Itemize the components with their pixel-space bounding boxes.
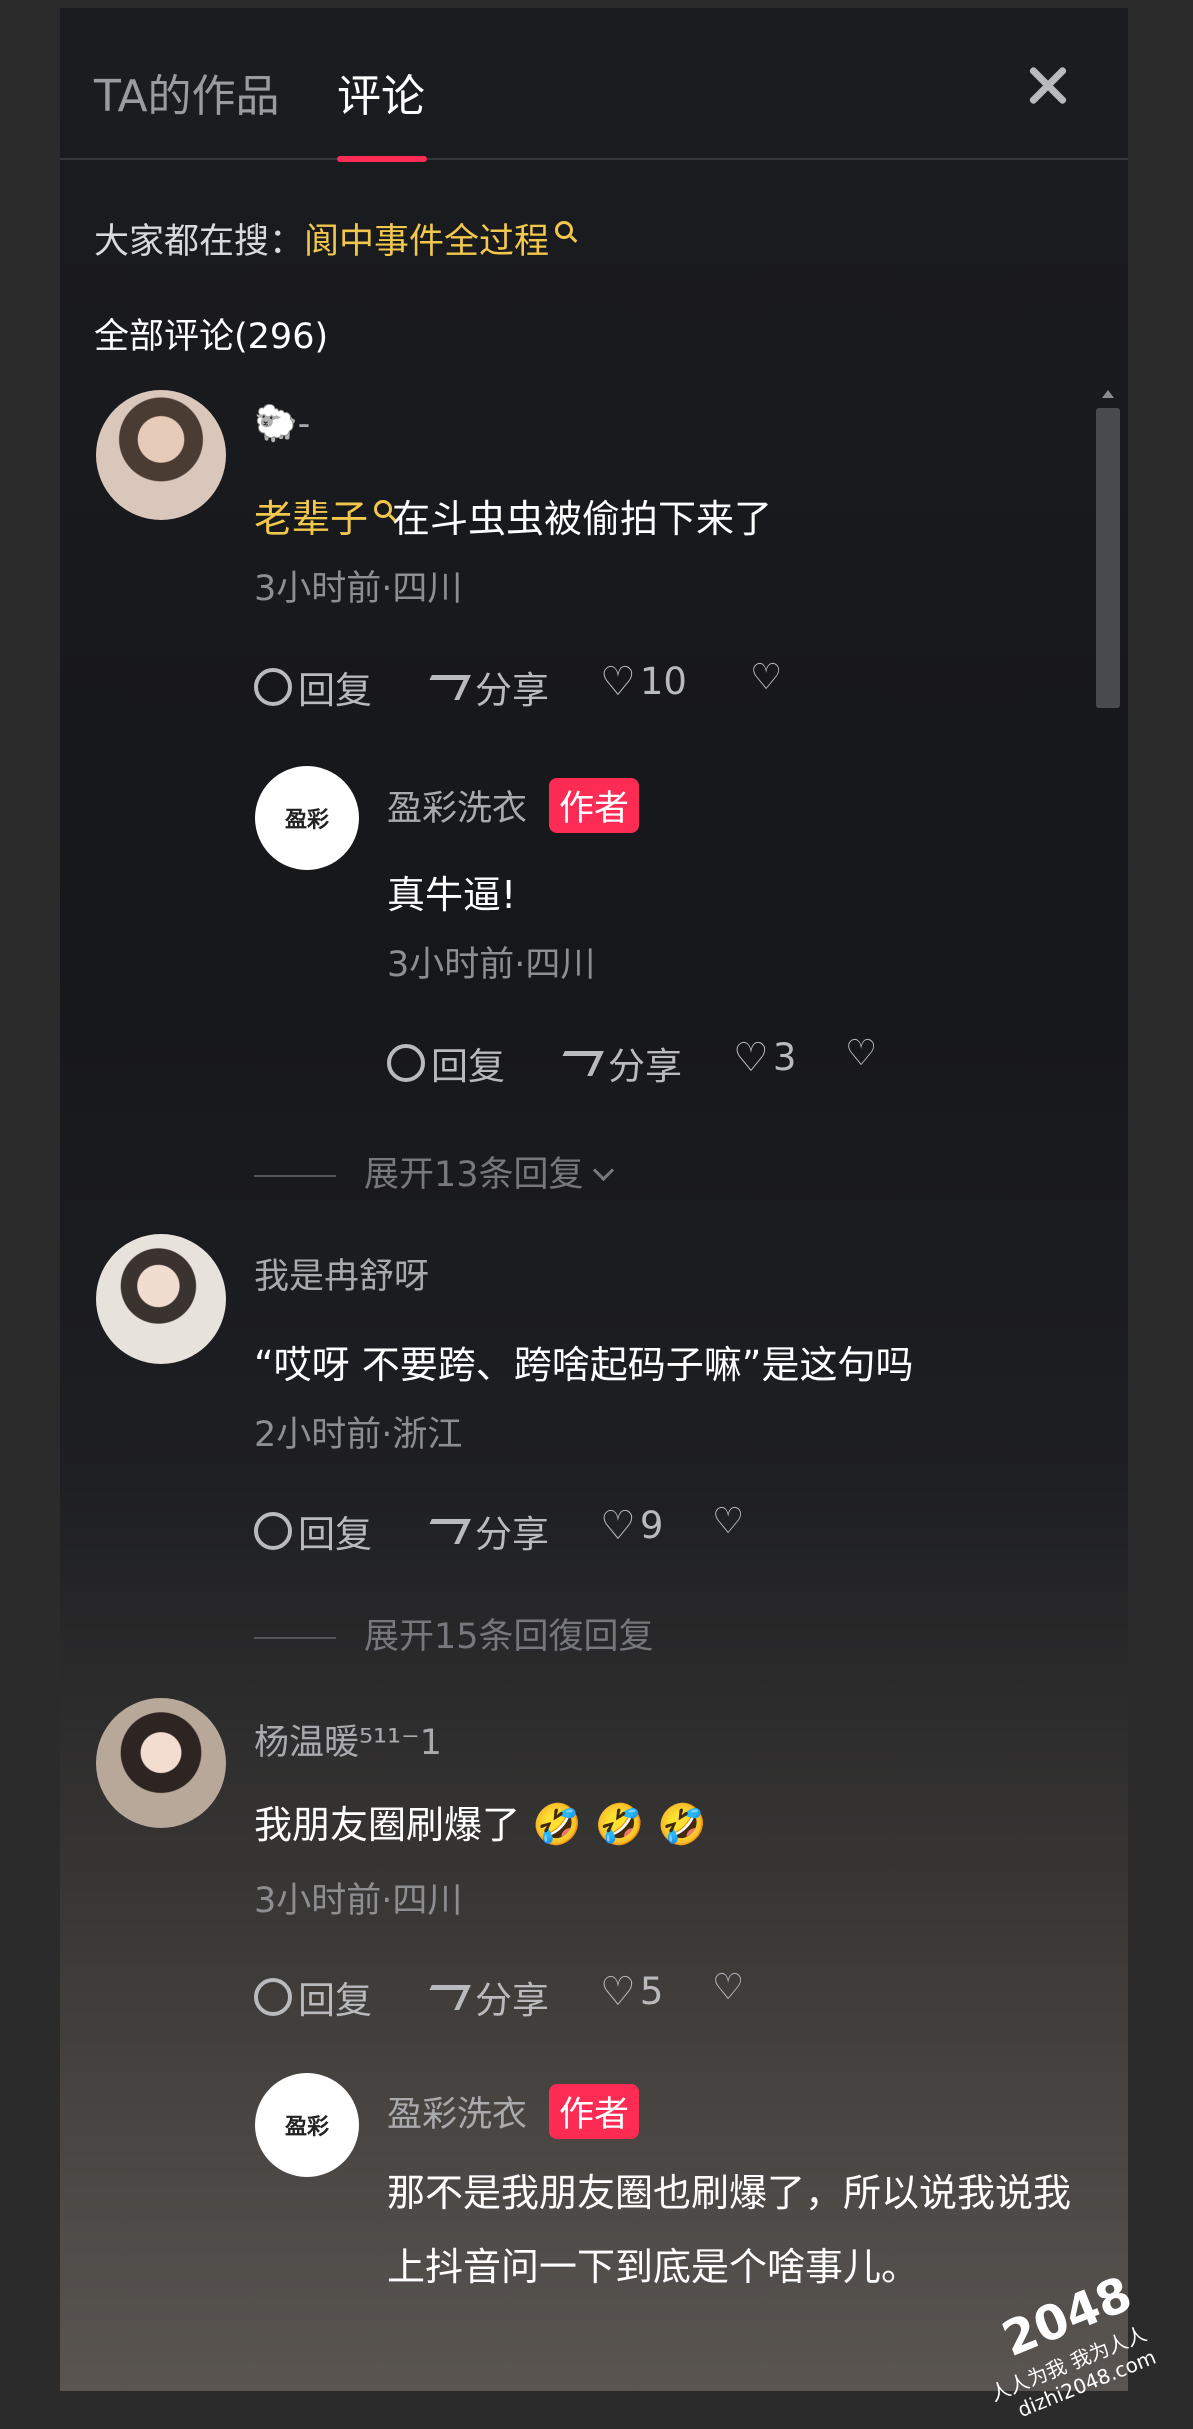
like-count: 9 xyxy=(639,1504,664,1547)
share-label: 分享 xyxy=(475,669,549,712)
dislike-button[interactable]: ♡ xyxy=(750,660,782,696)
comment-actions: 回复 分享 ♡ 9 ♡ xyxy=(254,1504,854,1556)
comment-meta: 3小时前·四川 xyxy=(254,569,463,609)
share-button[interactable]: 分享 xyxy=(420,1970,549,2024)
comment-body: 在斗虫虫被偷拍下来了 xyxy=(392,497,773,541)
all-comments-count: 全部评论(296) xyxy=(94,317,329,357)
share-arrow-icon xyxy=(420,1984,471,2010)
share-button[interactable]: 分享 xyxy=(553,1036,682,1090)
like-button[interactable]: ♡ 10 xyxy=(600,660,687,703)
comment-body: 我朋友圈刷爆了 xyxy=(254,1803,521,1847)
comment-actions: 回复 分享 ♡ 10 ♡ xyxy=(254,660,854,712)
reply-label: 回复 xyxy=(298,669,372,712)
broken-heart-icon: ♡ xyxy=(845,1033,878,1074)
like-count: 10 xyxy=(639,660,687,703)
like-button[interactable]: ♡ 5 xyxy=(600,1970,663,2013)
author-badge: 作者 xyxy=(549,778,640,833)
reply-username-text: 盈彩洗衣 xyxy=(387,789,528,829)
comment-text: 老辈子 在斗虫虫被偷拍下来了 xyxy=(254,488,772,543)
broken-heart-icon: ♡ xyxy=(712,1501,745,1542)
reply-username-text: 盈彩洗衣 xyxy=(387,2095,528,2135)
reply-label: 回复 xyxy=(431,1045,505,1088)
panel-header: TA的作品 评论 xyxy=(60,8,1128,162)
reply-username[interactable]: 盈彩洗衣 作者 xyxy=(387,2084,640,2139)
like-button[interactable]: ♡ 3 xyxy=(733,1036,796,1079)
author-avatar[interactable]: 盈彩 xyxy=(255,2073,359,2177)
comment-bubble-icon xyxy=(254,1512,292,1550)
reply-text: 真牛逼! xyxy=(387,873,517,917)
divider-line xyxy=(254,1637,336,1639)
share-button[interactable]: 分享 xyxy=(420,660,549,714)
scrollbar-thumb[interactable] xyxy=(1096,408,1120,708)
avatar[interactable] xyxy=(96,390,226,520)
rolling-laughing-emoji: 🤣 🤣 🤣 xyxy=(532,1802,707,1848)
like-count: 3 xyxy=(772,1036,797,1079)
share-arrow-icon xyxy=(420,1518,471,1544)
reply-label: 回复 xyxy=(298,1513,372,1556)
chevron-down-icon xyxy=(592,1159,614,1182)
tab-comments[interactable]: 评论 xyxy=(337,60,425,124)
hot-search-prefix: 大家都在搜： xyxy=(94,222,305,262)
heart-icon: ♡ xyxy=(600,658,636,705)
comment-meta: 2小时前·浙江 xyxy=(254,1415,463,1455)
tab-works[interactable]: TA的作品 xyxy=(94,60,280,124)
reply-button[interactable]: 回复 xyxy=(254,1504,372,1558)
heart-icon: ♡ xyxy=(600,1502,636,1549)
scroll-up-arrow[interactable] xyxy=(1102,390,1114,398)
expand-label: 展开13条回复 xyxy=(364,1155,584,1195)
expand-label: 展开15条回復回复 xyxy=(364,1617,654,1657)
close-icon[interactable] xyxy=(1018,56,1078,116)
dislike-button[interactable]: ♡ xyxy=(712,1504,744,1540)
reply-button[interactable]: 回复 xyxy=(254,1970,372,2024)
comment-actions: 回复 分享 ♡ 5 ♡ xyxy=(254,1970,854,2022)
dislike-button[interactable]: ♡ xyxy=(845,1036,877,1072)
reply-text: 那不是我朋友圈也刷爆了，所以说我说我上抖音问一下到底是个啥事儿。 xyxy=(387,2171,1072,2289)
share-arrow-icon xyxy=(553,1050,604,1076)
reply-button[interactable]: 回复 xyxy=(387,1036,505,1090)
comment-text: 我朋友圈刷爆了 🤣 🤣 🤣 xyxy=(254,1794,707,1849)
hot-search[interactable]: 大家都在搜：阆中事件全过程 xyxy=(94,213,574,264)
comment-username[interactable]: 🐑- xyxy=(254,403,310,444)
divider-line xyxy=(254,1175,336,1177)
comment-meta: 3小时前·四川 xyxy=(254,1881,463,1921)
broken-heart-icon: ♡ xyxy=(750,657,783,698)
hot-search-keyword[interactable]: 阆中事件全过程 xyxy=(304,222,549,262)
comment-username[interactable]: 杨温暖⁵¹¹⁻1 xyxy=(254,1714,442,1765)
avatar[interactable] xyxy=(96,1234,226,1364)
dislike-button[interactable]: ♡ xyxy=(712,1970,744,2006)
comments-panel: TA的作品 评论 大家都在搜：阆中事件全过程 全部评论(296) 🐑- 老辈子在… xyxy=(60,8,1128,2391)
avatar[interactable] xyxy=(96,1698,226,1828)
search-icon xyxy=(555,221,574,239)
comment-keyword[interactable]: 老辈子 xyxy=(254,497,368,541)
heart-icon: ♡ xyxy=(733,1034,769,1081)
comment-bubble-icon xyxy=(387,1044,425,1082)
comment-username[interactable]: 我是冉舒呀 xyxy=(254,1248,429,1299)
expand-replies-button[interactable]: 展开15条回復回复 xyxy=(254,1608,654,1659)
author-avatar[interactable]: 盈彩 xyxy=(255,766,359,870)
share-label: 分享 xyxy=(475,1513,549,1556)
brand-logo-text: 盈彩 xyxy=(284,808,329,833)
like-count: 5 xyxy=(639,1970,664,2013)
share-label: 分享 xyxy=(475,1979,549,2022)
reply-actions: 回复 分享 ♡ 3 ♡ xyxy=(387,1036,987,1088)
share-arrow-icon xyxy=(420,674,471,700)
comment-text: “哎呀 不要跨、跨啥起码子嘛”是这句吗 xyxy=(254,1343,914,1387)
author-badge: 作者 xyxy=(549,2084,640,2139)
active-tab-indicator xyxy=(337,156,427,162)
expand-replies-button[interactable]: 展开13条回复 xyxy=(254,1146,614,1197)
broken-heart-icon: ♡ xyxy=(712,1967,745,2008)
search-icon xyxy=(374,500,393,518)
brand-logo-text: 盈彩 xyxy=(284,2115,329,2140)
share-label: 分享 xyxy=(608,1045,682,1088)
reply-meta: 3小时前·四川 xyxy=(387,945,596,985)
reply-button[interactable]: 回复 xyxy=(254,660,372,714)
reply-label: 回复 xyxy=(298,1979,372,2022)
reply-username[interactable]: 盈彩洗衣 作者 xyxy=(387,778,640,833)
like-button[interactable]: ♡ 9 xyxy=(600,1504,663,1547)
heart-icon: ♡ xyxy=(600,1968,636,2015)
share-button[interactable]: 分享 xyxy=(420,1504,549,1558)
comment-bubble-icon xyxy=(254,668,292,706)
comment-bubble-icon xyxy=(254,1978,292,2016)
